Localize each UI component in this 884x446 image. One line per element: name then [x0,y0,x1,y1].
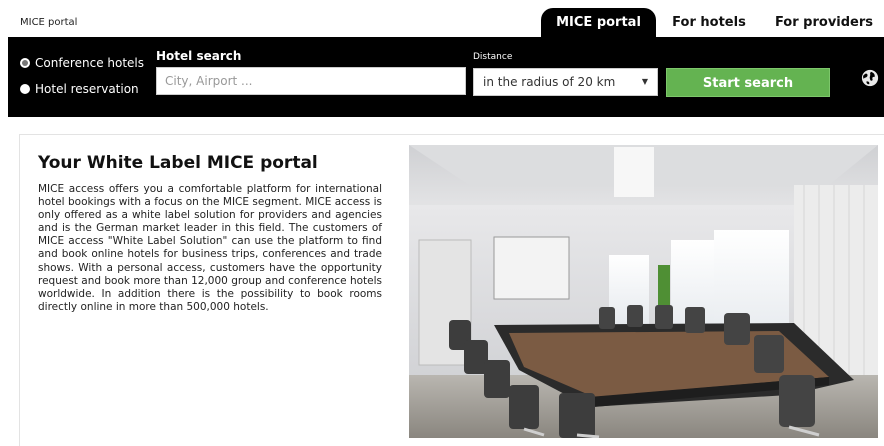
radio-hotel-reservation-label: Hotel reservation [35,82,139,96]
page-title: Your White Label MICE portal [38,153,318,173]
radio-conference-hotels-label: Conference hotels [35,56,145,70]
top-bar: MICE portal MICE portal For hotels For p… [0,0,884,37]
tab-for-providers[interactable]: For providers [768,8,880,37]
dropdown-arrow-icon: ▼ [641,77,648,86]
start-search-button[interactable]: Start search [666,68,830,97]
radio-button-unchecked[interactable] [20,84,30,94]
distance-select-value: in the radius of 20 km [483,75,616,89]
search-bar: Conference hotels Hotel reservation Hote… [8,37,884,117]
conference-room-image [409,145,878,438]
radio-button-checked[interactable] [20,58,30,68]
tab-mice-portal[interactable]: MICE portal [541,8,656,37]
hotel-search-input[interactable] [156,67,466,95]
radio-hotel-reservation[interactable]: Hotel reservation [20,82,139,96]
site-label: MICE portal [20,17,78,28]
intro-paragraph: MICE access offers you a comfortable pla… [38,183,382,313]
hotel-search-label: Hotel search [156,49,242,63]
tab-for-hotels[interactable]: For hotels [666,8,752,37]
distance-label: Distance [473,52,513,62]
globe-icon[interactable] [861,69,879,87]
radio-conference-hotels[interactable]: Conference hotels [20,56,144,70]
distance-select[interactable]: in the radius of 20 km ▼ [473,68,658,96]
